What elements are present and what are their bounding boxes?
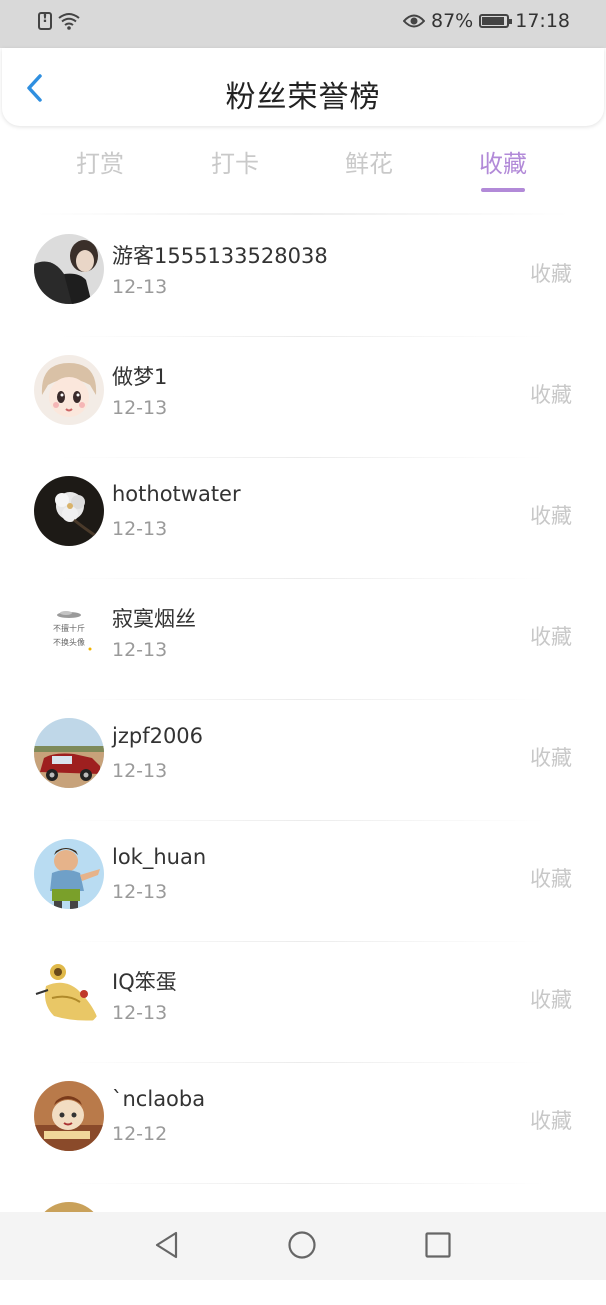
- tab-label: 打卡: [211, 150, 259, 178]
- avatar-caption: 不换头像: [53, 637, 85, 647]
- avatar[interactable]: [34, 839, 104, 909]
- fan-date: 12-13: [112, 760, 168, 782]
- square-recents-icon: [425, 1232, 451, 1258]
- sim-alert-icon: [38, 11, 52, 30]
- wifi-icon: [58, 13, 80, 30]
- tab-label: 鲜花: [345, 150, 393, 178]
- avatar[interactable]: [34, 234, 104, 304]
- tab-label: 收藏: [479, 150, 527, 178]
- fan-date: 12-13: [112, 1002, 168, 1024]
- avatar[interactable]: [34, 476, 104, 546]
- fan-action-label: 收藏: [530, 1109, 572, 1133]
- system-nav-bar: [0, 1212, 606, 1280]
- fan-action-label: 收藏: [530, 504, 572, 528]
- nav-recents-button[interactable]: [423, 1230, 453, 1264]
- fan-action-label: 收藏: [530, 262, 572, 286]
- avatar[interactable]: [34, 355, 104, 425]
- battery-percent: 87%: [431, 10, 474, 32]
- tab-xianhua[interactable]: 鲜花: [345, 144, 393, 179]
- battery-icon: [479, 14, 513, 28]
- tab-label: 打赏: [76, 150, 124, 178]
- fan-date: 12-13: [112, 881, 168, 903]
- fan-name: 游客1555133528038: [112, 244, 328, 268]
- status-bar: 87% 17:18: [0, 0, 606, 48]
- fan-date: 12-13: [112, 276, 168, 298]
- list-item[interactable]: 游客1555133528038 12-13 收藏: [0, 216, 606, 337]
- tab-bar: 打赏 打卡 鲜花 收藏: [0, 130, 606, 202]
- tab-daka[interactable]: 打卡: [211, 144, 259, 179]
- nav-back-button[interactable]: [152, 1230, 182, 1264]
- fan-action-label: 收藏: [530, 988, 572, 1012]
- fan-action-label: 收藏: [530, 625, 572, 649]
- status-right: 87% 17:18: [403, 10, 570, 32]
- circle-home-icon: [288, 1231, 316, 1259]
- nav-home-button[interactable]: [287, 1230, 317, 1264]
- page-title: 粉丝荣誉榜: [225, 80, 381, 115]
- list-item[interactable]: 不擅十斤 不换头像 寂寞烟丝 12-13 收藏: [0, 579, 606, 700]
- fan-action-label: 收藏: [530, 383, 572, 407]
- fan-name: IQ笨蛋: [112, 970, 177, 994]
- fan-name: 做梦1: [112, 365, 168, 389]
- fan-action-label: 收藏: [530, 867, 572, 891]
- avatar[interactable]: [34, 1081, 104, 1151]
- list-item[interactable]: 做梦1 12-13 收藏: [0, 337, 606, 458]
- eye-icon: [403, 14, 425, 28]
- fan-name: `nclaoba: [112, 1087, 206, 1111]
- status-left: [38, 11, 80, 30]
- fan-name: hothotwater: [112, 482, 241, 506]
- fan-action-label: 收藏: [530, 746, 572, 770]
- list-item[interactable]: `nclaoba 12-12 收藏: [0, 1063, 606, 1184]
- list-item[interactable]: hothotwater 12-13 收藏: [0, 458, 606, 579]
- fan-name: 寂寞烟丝: [112, 607, 196, 631]
- clock-time: 17:18: [515, 10, 570, 32]
- tab-dashang[interactable]: 打赏: [76, 144, 124, 179]
- avatar[interactable]: 不擅十斤 不换头像: [34, 597, 104, 667]
- list-item[interactable]: IQ笨蛋 12-13 收藏: [0, 942, 606, 1063]
- list-top-divider: [36, 213, 570, 215]
- avatar[interactable]: [34, 718, 104, 788]
- avatar[interactable]: [34, 960, 104, 1030]
- list-item[interactable]: jzpf2006 12-13 收藏: [0, 700, 606, 821]
- avatar-caption: 不擅十斤: [53, 623, 85, 633]
- fan-name: lok_huan: [112, 845, 207, 869]
- fan-date: 12-12: [112, 1123, 168, 1145]
- fan-date: 12-13: [112, 639, 168, 661]
- active-tab-indicator: [481, 188, 525, 192]
- page-header: 粉丝荣誉榜: [2, 48, 604, 126]
- tab-shoucang[interactable]: 收藏: [479, 144, 527, 192]
- fan-date: 12-13: [112, 518, 168, 540]
- fan-name: jzpf2006: [112, 724, 204, 748]
- fan-date: 12-13: [112, 397, 168, 419]
- list-item[interactable]: lok_huan 12-13 收藏: [0, 821, 606, 942]
- triangle-back-icon: [155, 1231, 178, 1259]
- fan-list: 游客1555133528038 12-13 收藏 做梦1 12-13 收藏 ho…: [0, 216, 606, 1305]
